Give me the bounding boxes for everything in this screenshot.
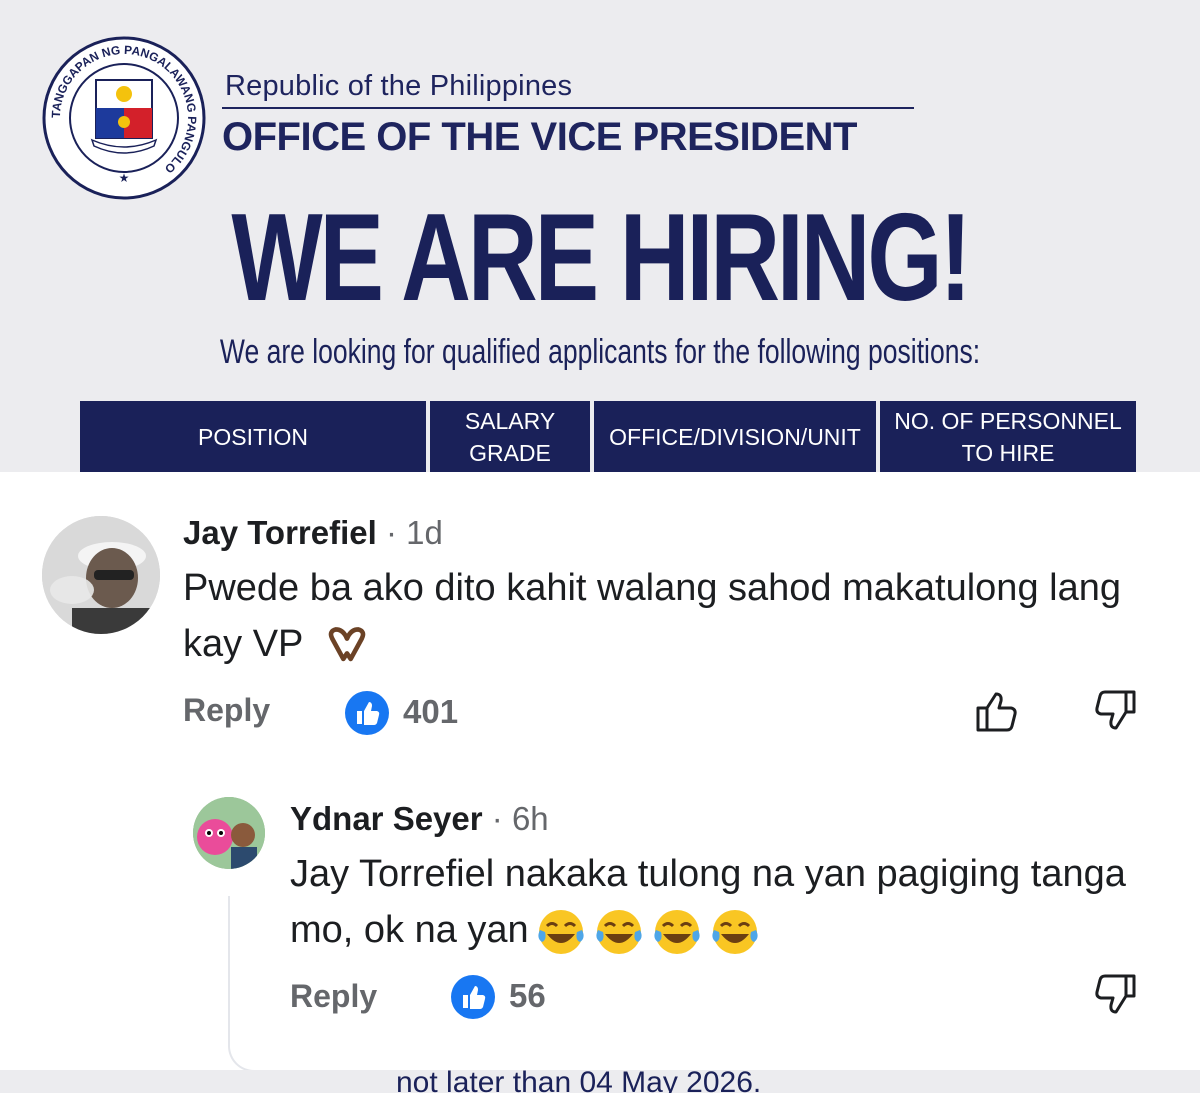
like-count: 56 — [509, 977, 546, 1014]
poster-footer: not later than 04 May 2026. — [0, 1070, 1200, 1093]
comment-time-value: 1d — [406, 514, 443, 551]
deadline-text: not later than 04 May 2026. — [396, 1070, 762, 1093]
col-salary-grade: SALARY GRADE — [430, 401, 590, 472]
hiring-headline: WE ARE HIRING! — [231, 189, 971, 327]
svg-text:★: ★ — [119, 171, 130, 185]
col-position: POSITION — [80, 401, 426, 472]
comment-author[interactable]: Jay Torrefiel · 1d — [183, 514, 443, 552]
col-personnel-to-hire: NO. OF PERSONNEL TO HIRE — [880, 401, 1136, 472]
positions-table-header: POSITION SALARY GRADE OFFICE/DIVISION/UN… — [80, 401, 1136, 472]
tears-of-joy-emoji-icon — [596, 909, 642, 954]
avatar-photo — [193, 797, 265, 869]
thumbs-down-icon[interactable] — [1090, 686, 1140, 736]
office-title: OFFICE OF THE VICE PRESIDENT — [222, 115, 857, 159]
hiring-poster: TANGGAPAN NG PANGALAWANG PANGULO ★ Repub… — [0, 0, 1200, 472]
like-reaction-icon — [451, 975, 495, 1019]
reply-time-value: 6h — [511, 800, 549, 837]
reply-button[interactable]: Reply — [183, 692, 270, 729]
like-count: 401 — [403, 693, 459, 730]
reply-text: Jay Torrefiel nakaka tulong na yan pagig… — [290, 846, 1150, 958]
avatar[interactable] — [42, 516, 160, 634]
republic-label: Republic of the Philippines — [225, 70, 573, 102]
reply-author[interactable]: Ydnar Seyer · 6h — [290, 800, 549, 838]
header-rule — [222, 107, 914, 109]
comment-author-name[interactable]: Jay Torrefiel — [183, 514, 377, 551]
tears-of-joy-emoji-icon — [538, 909, 584, 954]
avatar[interactable] — [193, 797, 265, 869]
reply-time: · 6h — [482, 800, 549, 837]
comment-text: Pwede ba ako dito kahit walang sahod mak… — [183, 560, 1163, 672]
thumbs-down-icon[interactable] — [1090, 970, 1140, 1020]
tears-of-joy-emoji-icon — [654, 909, 700, 954]
heart-hands-emoji-icon — [328, 627, 366, 662]
reply-button[interactable]: Reply — [290, 978, 377, 1015]
thumbs-up-icon[interactable] — [974, 686, 1024, 736]
avatar-photo — [42, 516, 160, 634]
ovp-seal-logo: TANGGAPAN NG PANGALAWANG PANGULO ★ — [42, 36, 206, 200]
thread-connector — [228, 896, 230, 1046]
tears-of-joy-emoji-icon — [712, 909, 758, 954]
comment-time: · 1d — [376, 514, 443, 551]
reply-author-name[interactable]: Ydnar Seyer — [290, 800, 483, 837]
like-reaction-icon — [345, 691, 389, 735]
hiring-subtitle: We are looking for qualified applicants … — [219, 333, 981, 371]
col-office-division-unit: OFFICE/DIVISION/UNIT — [594, 401, 876, 472]
